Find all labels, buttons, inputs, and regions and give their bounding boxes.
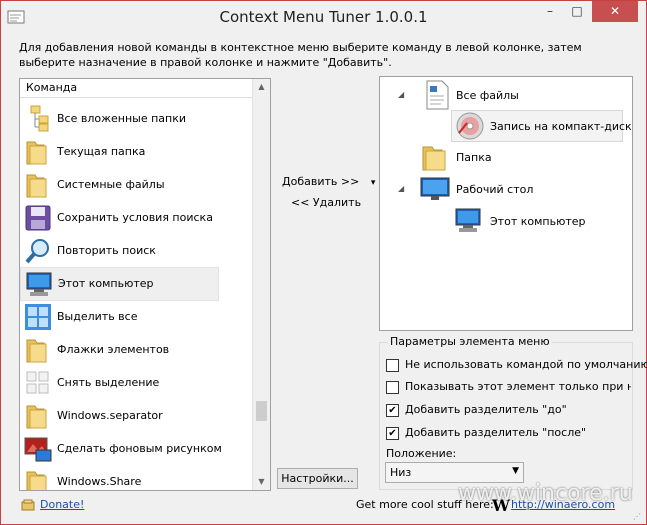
command-list[interactable]: Команда Все вложенные папки Текущая папк… [19, 78, 271, 491]
resize-grip-icon[interactable]: ⋰ [633, 512, 643, 522]
position-select[interactable]: Низ ▼ [385, 462, 524, 483]
checkbox-shift-only[interactable]: Показывать этот элемент только при нажат… [386, 380, 631, 396]
list-item[interactable]: Windows.Share [20, 466, 217, 490]
add-button[interactable]: Добавить >> ▾ [282, 175, 375, 188]
tree-node-label: Все файлы [456, 89, 519, 102]
cd-icon [456, 112, 484, 140]
tree-node-burn-cd[interactable]: Запись на компакт-диск [451, 110, 632, 142]
tree-node-label: Этот компьютер [490, 215, 586, 228]
list-item-label: Все вложенные папки [57, 112, 187, 125]
list-header: Команда [20, 79, 258, 98]
list-item-label: Этот компьютер [58, 277, 154, 290]
close-button[interactable]: ✕ [592, 1, 638, 22]
select-all-icon [25, 304, 51, 330]
list-item[interactable]: Текущая папка [20, 136, 217, 168]
deselect-icon [26, 371, 49, 394]
checkbox-label: Добавить разделитель "после" [405, 426, 587, 439]
list-item-label: Сохранить условия поиска [57, 211, 213, 224]
tree-node-this-pc[interactable]: Этот компьютер [454, 206, 604, 236]
checkbox-separator-after[interactable]: ✔ Добавить разделитель "после" [386, 426, 586, 442]
target-tree[interactable]: ◢ Все файлы Запись на компакт-диск Папка… [379, 76, 633, 331]
checkbox-box[interactable] [386, 381, 399, 394]
remove-button[interactable]: << Удалить [291, 196, 361, 209]
list-item[interactable]: Выделить все [20, 301, 217, 333]
folder-icon [26, 141, 47, 165]
scroll-up-icon[interactable]: ▲ [253, 79, 270, 95]
list-item[interactable]: Все вложенные папки [20, 103, 217, 135]
list-item-label: Флажки элементов [57, 343, 170, 356]
tree-node-folder[interactable]: Папка [420, 142, 540, 172]
tree-node-all-files[interactable]: ◢ Все файлы [398, 80, 618, 110]
tree-node-label: Рабочий стол [456, 183, 534, 196]
watermark: www.wincore.ru [458, 481, 633, 506]
list-item-label: Системные файлы [57, 178, 165, 191]
checkbox-separator-before[interactable]: ✔ Добавить разделитель "до" [386, 403, 586, 419]
donate-icon [21, 499, 35, 511]
scroll-thumb[interactable] [256, 401, 267, 421]
position-value: Низ [390, 466, 412, 479]
checkmark-icon[interactable]: ✔ [386, 427, 399, 440]
donate-link[interactable]: Donate! [40, 498, 84, 511]
checkmark-icon[interactable]: ✔ [386, 404, 399, 417]
list-scrollbar[interactable]: ▲ ▼ [252, 79, 270, 490]
folder-icon [26, 405, 47, 429]
folder-icon [26, 174, 47, 198]
file-icon [426, 80, 449, 110]
menu-item-params: Параметры элемента меню Не использовать … [379, 335, 647, 490]
tree-node-label: Папка [456, 151, 492, 164]
checkbox-label: Показывать этот элемент только при нажат… [405, 380, 631, 393]
folder-icon [26, 339, 47, 363]
checkbox-box[interactable] [386, 359, 399, 372]
folder-tree-icon [30, 105, 49, 132]
dropdown-arrow-icon[interactable]: ▾ [371, 178, 376, 188]
list-item[interactable]: Повторить поиск [20, 235, 217, 267]
main-window: Context Menu Tuner 1.0.0.1 – □ ✕ Для доб… [0, 0, 647, 525]
maximize-button[interactable]: □ [564, 1, 590, 22]
title-bar: Context Menu Tuner 1.0.0.1 – □ ✕ [1, 1, 646, 35]
list-item-label: Windows.Share [57, 475, 142, 488]
minimize-icon: – [547, 4, 553, 18]
magnifier-icon [25, 239, 49, 264]
expander-icon[interactable]: ◢ [398, 184, 404, 193]
list-item[interactable]: Снять выделение [20, 367, 217, 399]
list-item[interactable]: Системные файлы [20, 169, 217, 201]
computer-icon [26, 272, 52, 296]
settings-button[interactable]: Настройки... [277, 468, 358, 489]
instructions-text: Для добавления новой команды в контекстн… [19, 41, 582, 69]
tree-node-label: Запись на компакт-диск [490, 120, 632, 133]
group-title: Параметры элемента меню [388, 335, 552, 348]
chevron-down-icon: ▼ [512, 466, 519, 476]
list-item[interactable]: Сохранить условия поиска [20, 202, 217, 234]
expander-icon[interactable]: ◢ [398, 90, 404, 99]
minimize-button[interactable]: – [536, 1, 564, 22]
list-item[interactable]: Windows.separator [20, 400, 217, 432]
maximize-icon: □ [571, 4, 583, 18]
add-button-label: Добавить >> [282, 175, 360, 188]
list-item-label: Сделать фоновым рисунком [57, 442, 222, 455]
scroll-down-icon[interactable]: ▼ [253, 474, 270, 490]
list-item-label: Windows.separator [57, 409, 163, 422]
list-item-label: Повторить поиск [57, 244, 156, 257]
floppy-icon [25, 205, 51, 231]
folder-icon [422, 146, 446, 171]
close-icon: ✕ [609, 4, 621, 18]
position-label: Положение: [386, 447, 457, 460]
list-item-label: Текущая папка [57, 145, 146, 158]
list-item-label: Снять выделение [57, 376, 160, 389]
list-item[interactable]: Сделать фоновым рисунком [20, 433, 222, 465]
folder-icon [26, 471, 47, 490]
tree-node-desktop[interactable]: ◢ Рабочий стол [398, 174, 598, 204]
checkbox-label: Добавить разделитель "до" [405, 403, 567, 416]
checkbox-no-default[interactable]: Не использовать командой по умолчанию [386, 358, 647, 374]
checkbox-label: Не использовать командой по умолчанию [405, 358, 647, 371]
computer-icon [455, 208, 481, 232]
list-item-label: Выделить все [57, 310, 138, 323]
wallpaper-icon [24, 437, 52, 462]
desktop-icon [420, 177, 450, 200]
list-item[interactable]: Флажки элементов [20, 334, 217, 366]
list-item-selected[interactable]: Этот компьютер [20, 267, 219, 301]
